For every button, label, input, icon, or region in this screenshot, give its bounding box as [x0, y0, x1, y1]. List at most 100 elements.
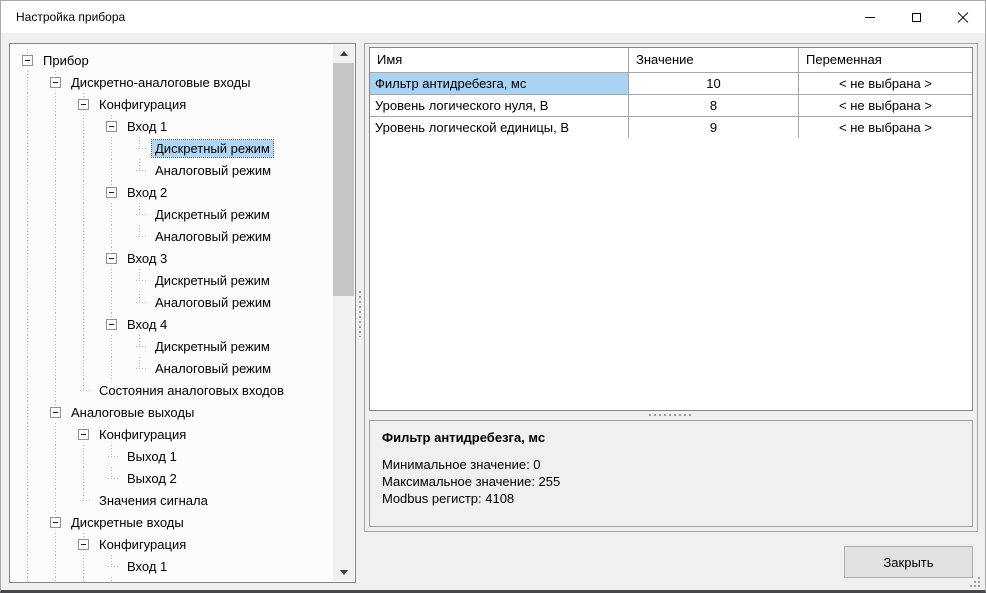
tree-item[interactable]: Конфигурация: [11, 423, 333, 445]
tree-guide-line: [14, 115, 42, 137]
tree-guide-line: [42, 159, 70, 181]
tree-guide-line: [14, 445, 42, 467]
tree-item[interactable]: Конфигурация: [11, 533, 333, 555]
cell-value[interactable]: 9: [629, 117, 799, 138]
cell-variable[interactable]: < не выбрана >: [799, 117, 972, 138]
tree-item[interactable]: Аналоговый режим: [11, 225, 333, 247]
tree-collapse-icon[interactable]: [42, 511, 66, 533]
tree-item-label[interactable]: Выход 2: [124, 470, 180, 487]
cell-variable[interactable]: < не выбрана >: [799, 73, 972, 94]
tree-item[interactable]: Вход 3: [11, 247, 333, 269]
tree-item-label[interactable]: Вход 1: [124, 118, 170, 135]
tree-collapse-icon[interactable]: [42, 71, 66, 93]
tree-item-label[interactable]: Вход 4: [124, 316, 170, 333]
column-header[interactable]: Значение: [629, 48, 799, 72]
column-header[interactable]: Переменная: [799, 48, 972, 72]
tree-item-label[interactable]: Вход 2: [124, 580, 170, 582]
tree-item[interactable]: Аналоговый режим: [11, 159, 333, 181]
column-header[interactable]: Имя: [370, 48, 629, 72]
tree-collapse-icon[interactable]: [98, 115, 122, 137]
tree-collapse-icon[interactable]: [14, 49, 38, 71]
tree-item-label[interactable]: Дискретные входы: [68, 514, 187, 531]
tree-item-label[interactable]: Состояния аналоговых входов: [96, 382, 287, 399]
tree-item-label[interactable]: Конфигурация: [96, 426, 189, 443]
table-row[interactable]: Уровень логического нуля, В8< не выбрана…: [370, 94, 972, 116]
tree-guide-line: [42, 445, 70, 467]
tree-item-label[interactable]: Значения сигнала: [96, 492, 211, 509]
tree-item[interactable]: Конфигурация: [11, 93, 333, 115]
tree-item[interactable]: Дискретный режим: [11, 137, 333, 159]
scrollbar-thumb[interactable]: [333, 63, 354, 296]
tree-guide-line: [42, 269, 70, 291]
tree-collapse-icon[interactable]: [70, 423, 94, 445]
tree-item-label[interactable]: Вход 2: [124, 184, 170, 201]
tree-item[interactable]: Состояния аналоговых входов: [11, 379, 333, 401]
close-dialog-button[interactable]: Закрыть: [844, 546, 973, 578]
tree-item[interactable]: Вход 4: [11, 313, 333, 335]
tree-collapse-icon[interactable]: [98, 247, 122, 269]
tree-collapse-icon[interactable]: [42, 401, 66, 423]
tree-item-label[interactable]: Вход 1: [124, 558, 170, 575]
scroll-down-icon[interactable]: [333, 564, 354, 581]
table-row[interactable]: Фильтр антидребезга, мс10< не выбрана >: [370, 72, 972, 94]
cell-name[interactable]: Уровень логической единицы, В: [370, 117, 629, 138]
cell-value[interactable]: 10: [629, 73, 799, 94]
tree-item[interactable]: Значения сигнала: [11, 489, 333, 511]
tree-collapse-icon[interactable]: [70, 93, 94, 115]
tree-item[interactable]: Дискретно-аналоговые входы: [11, 71, 333, 93]
tree-item-label[interactable]: Дискретный режим: [152, 140, 273, 157]
tree-guide-line: [14, 159, 42, 181]
tree-item[interactable]: Дискретный режим: [11, 269, 333, 291]
tree-guide-line: [42, 489, 70, 511]
tree-item[interactable]: Вход 2: [11, 577, 333, 581]
tree-collapse-icon[interactable]: [98, 313, 122, 335]
tree-item[interactable]: Вход 2: [11, 181, 333, 203]
tree-item-label[interactable]: Аналоговый режим: [152, 294, 274, 311]
resize-grip-icon[interactable]: [978, 585, 980, 587]
tree-item-label[interactable]: Конфигурация: [96, 96, 189, 113]
tree-scrollbar[interactable]: [333, 45, 354, 581]
tree-item-label[interactable]: Дискретный режим: [152, 206, 273, 223]
tree-item-label[interactable]: Аналоговый режим: [152, 360, 274, 377]
cell-name[interactable]: Уровень логического нуля, В: [370, 95, 629, 116]
tree-item-label[interactable]: Аналоговый режим: [152, 228, 274, 245]
tree-item-label[interactable]: Выход 1: [124, 448, 180, 465]
cell-variable[interactable]: < не выбрана >: [799, 95, 972, 116]
tree-item[interactable]: Вход 1: [11, 555, 333, 577]
tree-item-label[interactable]: Дискретно-аналоговые входы: [68, 74, 254, 91]
tree-item-label[interactable]: Дискретный режим: [152, 272, 273, 289]
table-row[interactable]: Уровень логической единицы, В9< не выбра…: [370, 116, 972, 138]
tree-leaf-connector: [70, 379, 94, 401]
vertical-splitter[interactable]: [356, 43, 364, 583]
tree-collapse-icon[interactable]: [70, 533, 94, 555]
close-icon: [957, 12, 968, 23]
close-button[interactable]: [939, 1, 985, 33]
tree-item[interactable]: Аналоговый режим: [11, 291, 333, 313]
tree-item[interactable]: Дискретные входы: [11, 511, 333, 533]
tree-item[interactable]: Аналоговый режим: [11, 357, 333, 379]
scroll-up-icon[interactable]: [333, 45, 354, 62]
maximize-button[interactable]: [893, 1, 939, 33]
tree-guide-line: [42, 93, 70, 115]
cell-value[interactable]: 8: [629, 95, 799, 116]
tree-leaf-connector: [126, 269, 150, 291]
tree-item-label[interactable]: Вход 3: [124, 250, 170, 267]
tree-item[interactable]: Дискретный режим: [11, 203, 333, 225]
tree-item[interactable]: Выход 1: [11, 445, 333, 467]
tree-item[interactable]: Прибор: [11, 49, 333, 71]
cell-name[interactable]: Фильтр антидребезга, мс: [370, 73, 629, 94]
tree-guide-line: [70, 247, 98, 269]
tree-item[interactable]: Аналоговые выходы: [11, 401, 333, 423]
tree-item[interactable]: Выход 2: [11, 467, 333, 489]
tree-collapse-icon[interactable]: [98, 181, 122, 203]
tree-item-label[interactable]: Аналоговый режим: [152, 162, 274, 179]
tree-item-label[interactable]: Дискретный режим: [152, 338, 273, 355]
tree-item-label[interactable]: Конфигурация: [96, 536, 189, 553]
tree-item-label[interactable]: Аналоговые выходы: [68, 404, 197, 421]
tree-guide-line: [42, 467, 70, 489]
minimize-button[interactable]: [847, 1, 893, 33]
tree-item[interactable]: Вход 1: [11, 115, 333, 137]
horizontal-splitter[interactable]: [369, 411, 973, 420]
tree-item-label[interactable]: Прибор: [40, 52, 92, 69]
tree-item[interactable]: Дискретный режим: [11, 335, 333, 357]
